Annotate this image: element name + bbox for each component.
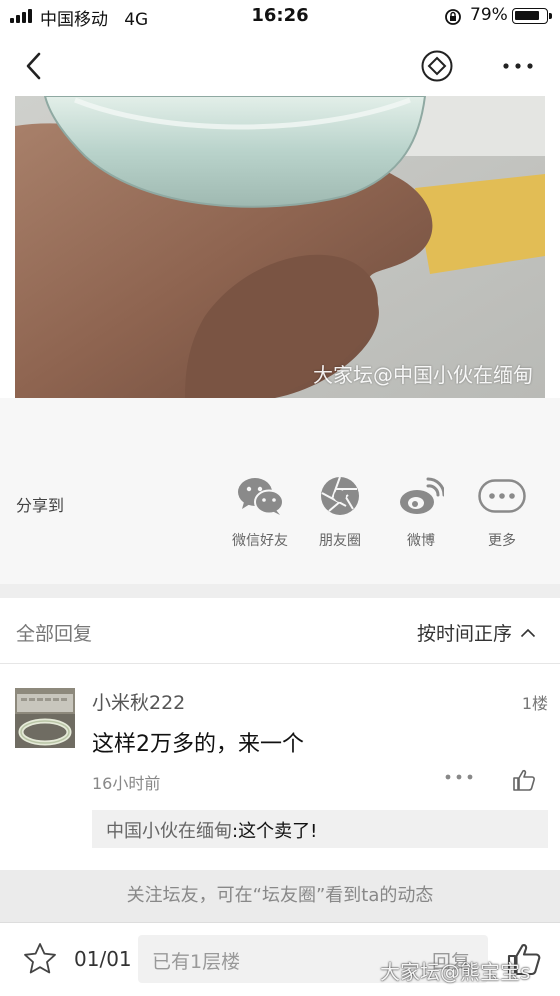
more-circle-icon — [478, 479, 526, 513]
battery-icon — [512, 8, 552, 24]
quoted-reply[interactable]: 中国小伙在缅甸:这个卖了! — [92, 810, 548, 848]
sort-order-label: 按时间正序 — [416, 623, 512, 645]
share-wechat-label: 微信好友 — [232, 533, 288, 549]
thumbs-up-icon[interactable] — [512, 768, 536, 792]
diamond-coin-icon — [421, 50, 453, 82]
avatar-image — [15, 688, 75, 748]
quote-text: :这个卖了! — [232, 821, 318, 842]
all-replies-title: 全部回复 — [16, 623, 93, 645]
reply-input-placeholder: 已有1层楼 — [152, 951, 241, 973]
reply-floor-number: 1楼 — [521, 694, 548, 713]
image-watermark: 大家坛@中国小伙在缅甸 — [313, 363, 533, 387]
chevron-left-icon — [26, 52, 41, 80]
section-divider — [0, 584, 560, 598]
share-weibo-button[interactable]: 微博 — [381, 472, 461, 550]
jade-bangle-photo — [15, 96, 545, 398]
navigation-bar — [0, 34, 560, 96]
moments-icon — [321, 476, 359, 515]
orientation-lock-icon — [445, 9, 461, 25]
share-weibo-label: 微博 — [407, 533, 435, 549]
wechat-icon — [238, 478, 284, 515]
share-moments-button[interactable]: 朋友圈 — [300, 472, 380, 550]
more-button[interactable] — [496, 44, 540, 88]
post-photo[interactable]: 大家坛@中国小伙在缅甸 — [15, 96, 545, 398]
status-bar: 中国移动 4G 16:26 79% — [0, 0, 560, 34]
star-icon[interactable] — [22, 941, 58, 977]
battery-percent: 79% — [470, 5, 508, 25]
replies-header: 全部回复 按时间正序 — [0, 598, 560, 664]
reply-timestamp: 16小时前 — [92, 774, 161, 793]
page-counter: 01/01 — [74, 947, 132, 971]
reply-content: 这样2万多的，来一个 — [92, 732, 304, 757]
screenshot-watermark: 大家坛@熊宝宝s — [380, 960, 531, 984]
chevron-up-icon — [520, 628, 536, 637]
reply-more-icon[interactable] — [444, 772, 474, 782]
reply-username[interactable]: 小米秋222 — [92, 688, 185, 715]
avatar[interactable] — [15, 688, 75, 748]
share-moments-label: 朋友圈 — [319, 533, 361, 549]
share-more-button[interactable]: 更多 — [462, 472, 542, 550]
share-more-label: 更多 — [488, 533, 516, 549]
sort-order-toggle[interactable]: 按时间正序 — [417, 619, 536, 646]
reply-item: 小米秋222 1楼 这样2万多的，来一个 16小时前 中国小伙在缅甸:这个卖了! — [0, 664, 560, 870]
weibo-icon — [400, 477, 444, 514]
share-wechat-button[interactable]: 微信好友 — [220, 472, 300, 550]
share-label: 分享到 — [16, 496, 65, 515]
back-button[interactable] — [12, 44, 56, 88]
share-panel: 分享到 微信好友 朋友圈 微博 更多 — [0, 398, 560, 584]
more-dots-icon — [503, 63, 533, 69]
quote-author[interactable]: 中国小伙在缅甸 — [106, 821, 232, 842]
coin-button[interactable] — [415, 44, 459, 88]
follow-hint-banner[interactable]: 关注坛友，可在“坛友圈”看到ta的动态 — [0, 870, 560, 922]
